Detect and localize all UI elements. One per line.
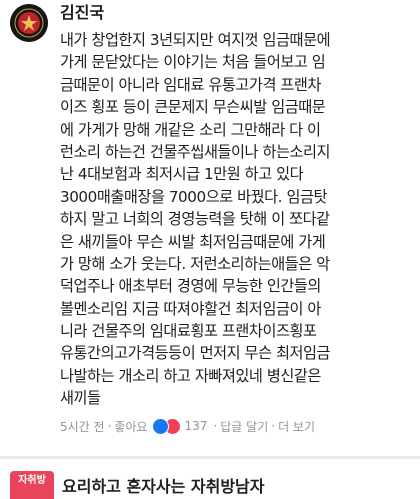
avatar[interactable] xyxy=(10,4,48,42)
reaction-summary[interactable]: 137 xyxy=(151,417,211,435)
reply-button[interactable]: 답글 달기 xyxy=(220,418,268,435)
comment-text-line: 이즈 횡포 등이 큰문제지 무슨씨발 임금때문 xyxy=(60,98,326,117)
comment-text-line: 에 가게가 망해 개같은 소리 그만해라 다 이 xyxy=(60,120,321,139)
comment-text: 내가 창업한지 3년되지만 여지껏 임금때문에 가게 문닫았다는 이야기는 처음… xyxy=(60,29,414,410)
reaction-count: 137 xyxy=(184,419,208,433)
marine-emblem-icon xyxy=(10,4,48,42)
separator: · xyxy=(271,419,276,433)
comment-text-line: 새끼들 xyxy=(60,389,101,408)
comment-text-line: 니라 건물주의 임대료횡포 프랜차이즈횡포 xyxy=(60,322,317,341)
comment-text-line: 가 망해 소가 웃는다. 저런소리하는애들은 악 xyxy=(60,254,330,273)
comment-author[interactable]: 김진국 xyxy=(60,2,414,24)
comment-text-line: 3000매출매장을 7000으로 바꿨다. 임금탓 xyxy=(60,187,328,206)
next-comment-item: 자취방 요리하고 혼자사는 자취방남자 xyxy=(0,459,420,499)
comment-text-line: 나발하는 개소리 하고 자빠져있네 병신같은 xyxy=(60,366,321,385)
comment-time: 5시간 전 xyxy=(60,419,105,434)
comment-text-line: 하지 말고 너희의 경영능력을 탓해 이 쪼다같 xyxy=(60,210,330,229)
comment-text-line: 난 4대보험과 최저시급 1만원 하고 있다 xyxy=(60,165,304,184)
next-comment-author[interactable]: 요리하고 혼자사는 자취방남자 xyxy=(62,473,265,497)
comment-text-line: 은 새끼들아 무슨 씨발 최저임금때문에 가게 xyxy=(60,232,326,251)
like-button[interactable]: 좋아요 xyxy=(114,418,147,435)
comment-text-line: 런소리 하는건 건물주씹새들이나 하는소리지 xyxy=(60,142,331,161)
separator: · xyxy=(107,419,112,433)
separator: · xyxy=(213,419,218,433)
comment-bubble: 김진국 내가 창업한지 3년되지만 여지껏 임금때문에 가게 문닫았다는 이야기… xyxy=(60,2,414,410)
more-button[interactable]: 더 보기 xyxy=(278,418,315,435)
comment-text-line: 볼멘소리임 지금 따져야할건 최저임금이 아 xyxy=(60,299,321,318)
comment-text-line: 가게 문닫았다는 이야기는 처음 들어보고 임 xyxy=(60,53,326,72)
comment-text-line: 금때문이 아니라 임대료 유통고가격 프랜차 xyxy=(60,75,321,94)
comment-text-line: 내가 창업한지 3년되지만 여지껏 임금때문에 xyxy=(60,31,331,49)
like-icon xyxy=(151,417,169,435)
comment-text-line: 덕업주나 애초부터 경영에 무능한 인간들의 xyxy=(60,277,321,296)
comment-actions: 5시간 전 · 좋아요 137 · 답글 달기 · 더 보기 xyxy=(60,415,416,437)
next-comment-avatar[interactable]: 자취방 xyxy=(10,471,54,499)
comment-text-line: 유통간의고가격등등이 먼저지 무슨 최저임금 xyxy=(60,344,331,363)
comment-item: 김진국 내가 창업한지 3년되지만 여지껏 임금때문에 가게 문닫았다는 이야기… xyxy=(0,0,420,458)
